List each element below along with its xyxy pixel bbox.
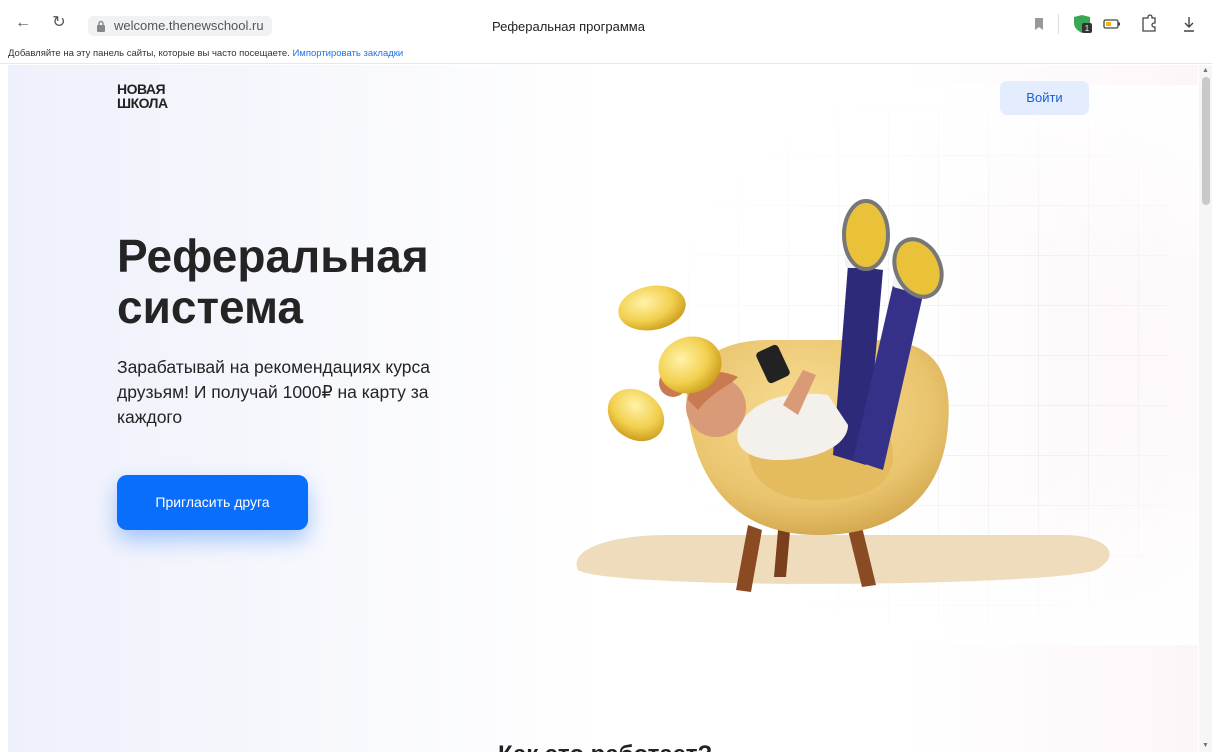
import-bookmarks-link[interactable]: Импортировать закладки [292, 48, 403, 59]
browser-toolbar: ← ↻ welcome.thenewschool.ru Реферальная … [0, 0, 1212, 46]
svg-text:1: 1 [1085, 24, 1090, 33]
logo-line-1: НОВАЯ [117, 81, 166, 97]
puzzle-icon[interactable] [1140, 14, 1158, 34]
reload-icon[interactable]: ↻ [50, 14, 68, 32]
shield-extension-icon[interactable]: 1 [1070, 14, 1094, 34]
hero-title: Реферальная система [117, 230, 429, 333]
toolbar-divider [1058, 14, 1059, 34]
page-scrollbar[interactable]: ▲ ▼ [1199, 65, 1212, 752]
tab-title: Реферальная программа [492, 19, 645, 34]
battery-icon[interactable] [1103, 14, 1121, 34]
page-viewport: НОВАЯ ШКОЛА Войти Реферальная система За… [8, 65, 1198, 752]
next-section-title: Как это работает? [498, 741, 712, 752]
school-logo[interactable]: НОВАЯ ШКОЛА [117, 82, 168, 110]
lock-icon [97, 20, 105, 32]
login-button[interactable]: Войти [1000, 81, 1089, 115]
back-arrow-icon[interactable]: ← [14, 14, 32, 32]
bookmarks-hint: Добавляйте на эту панель сайты, которые … [8, 48, 290, 59]
scroll-up-arrow-icon[interactable]: ▲ [1201, 67, 1210, 75]
bookmarks-bar: Добавляйте на эту панель сайты, которые … [0, 46, 1212, 64]
scroll-thumb[interactable] [1202, 77, 1210, 205]
bookmark-icon[interactable] [1033, 14, 1045, 34]
download-icon[interactable] [1181, 14, 1197, 34]
hero-illustration [576, 199, 1110, 592]
address-url: welcome.thenewschool.ru [114, 18, 264, 33]
hero-subtitle: Зарабатывай на рекомендациях курса друзь… [117, 357, 430, 427]
address-bar[interactable]: welcome.thenewschool.ru [88, 16, 272, 36]
invite-friend-button[interactable]: Пригласить друга [117, 475, 308, 530]
logo-line-2: ШКОЛА [117, 95, 168, 111]
scroll-down-arrow-icon[interactable]: ▼ [1201, 742, 1210, 750]
